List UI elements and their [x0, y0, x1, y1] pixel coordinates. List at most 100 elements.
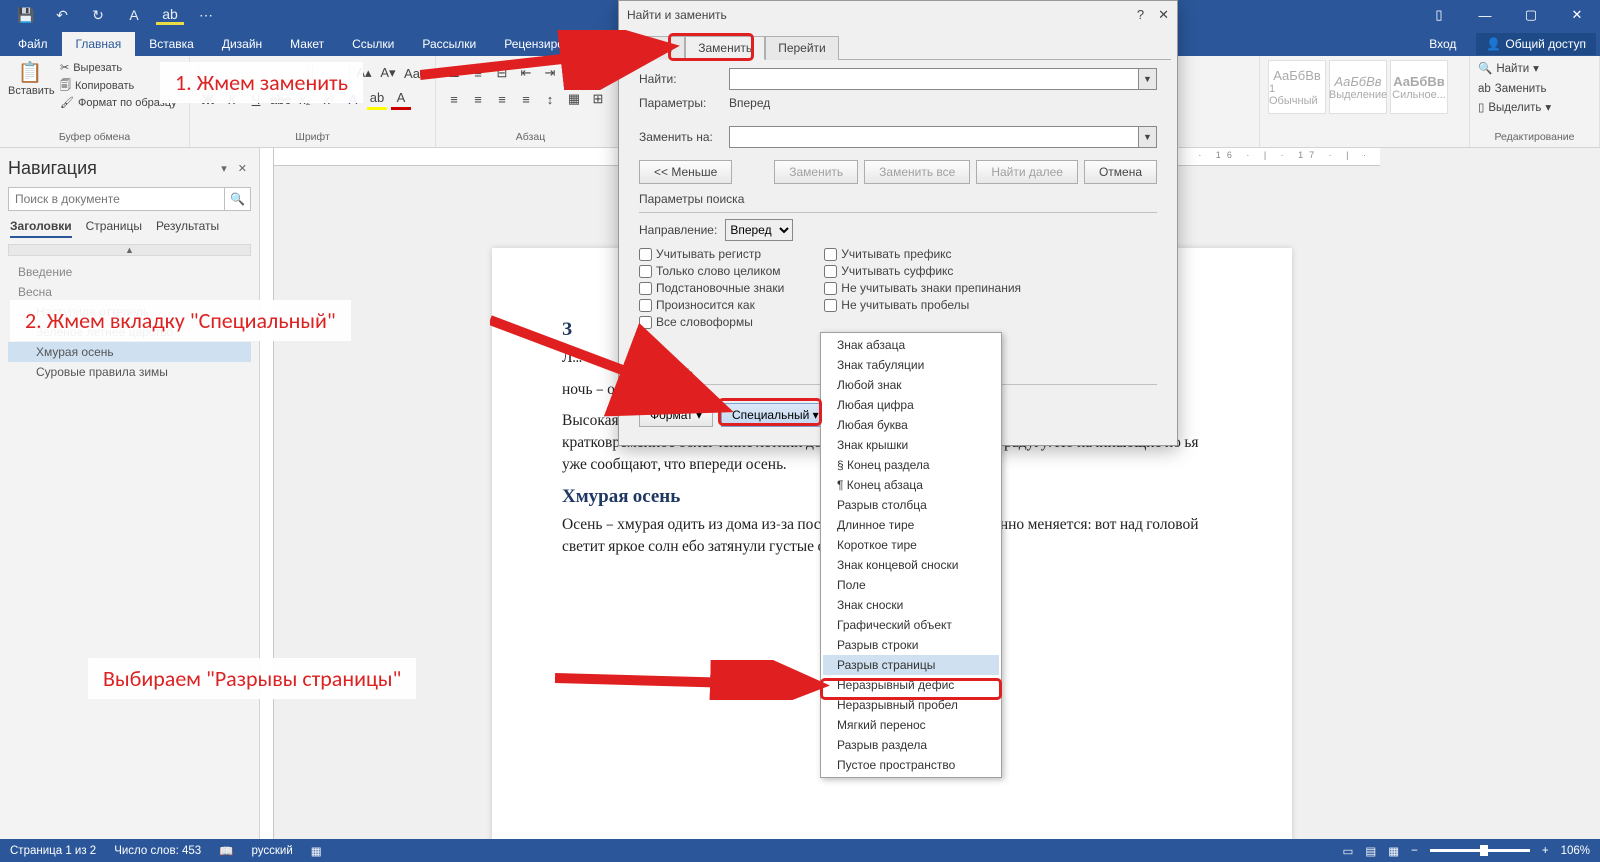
sort-icon[interactable]: A↓ — [564, 62, 584, 84]
status-page[interactable]: Страница 1 из 2 — [10, 845, 96, 857]
find-input[interactable]: ▼ — [729, 68, 1157, 90]
dialog-tab-find[interactable]: Найти — [625, 36, 685, 60]
special-menu-item[interactable]: Любая буква — [823, 415, 999, 435]
nav-search[interactable]: 🔍 — [8, 187, 251, 211]
view-read-icon[interactable]: ▭ — [1343, 844, 1354, 858]
special-menu-item[interactable]: Поле — [823, 575, 999, 595]
special-menu-item[interactable]: Графический объект — [823, 615, 999, 635]
nav-tab-pages[interactable]: Страницы — [86, 219, 142, 238]
special-menu-item[interactable]: Короткое тире — [823, 535, 999, 555]
nav-close-icon[interactable]: ✕ — [238, 163, 251, 175]
tab-review[interactable]: Рецензирование — [490, 32, 611, 56]
shrink-font-icon[interactable]: A▾ — [378, 62, 398, 84]
nav-outline-item[interactable]: Введение — [8, 262, 251, 282]
undo-icon[interactable]: ↶ — [48, 7, 76, 24]
align-left-icon[interactable]: ≡ — [444, 88, 464, 110]
search-option[interactable]: Не учитывать пробелы — [824, 298, 1021, 312]
less-button[interactable]: << Меньше — [639, 160, 732, 184]
minimize-icon[interactable]: ― — [1462, 0, 1508, 30]
redo-icon[interactable]: ↻ — [84, 7, 112, 24]
replace-all-button[interactable]: Заменить все — [864, 160, 970, 184]
special-menu-item[interactable]: Любой знак — [823, 375, 999, 395]
search-option[interactable]: Произносится как — [639, 298, 784, 312]
highlight-icon[interactable]: ab — [156, 6, 184, 25]
direction-select[interactable]: Вперед — [725, 219, 793, 241]
special-menu-item[interactable]: Неразрывный пробел — [823, 695, 999, 715]
find-button[interactable]: 🔍Найти ▾ — [1478, 60, 1591, 80]
font-color-icon[interactable]: A — [391, 88, 411, 110]
dialog-help-icon[interactable]: ? — [1137, 7, 1144, 23]
tab-mailings[interactable]: Рассылки — [408, 32, 490, 56]
zoom-in-icon[interactable]: + — [1542, 845, 1549, 857]
tab-references[interactable]: Ссылки — [338, 32, 408, 56]
zoom-slider[interactable] — [1430, 849, 1530, 852]
special-menu-item[interactable]: Знак концевой сноски — [823, 555, 999, 575]
special-menu-item[interactable]: Разрыв страницы — [823, 655, 999, 675]
special-menu-item[interactable]: Неразрывный дефис — [823, 675, 999, 695]
dialog-close-icon[interactable]: ✕ — [1158, 7, 1169, 23]
line-spacing-icon[interactable]: ↕ — [540, 88, 560, 110]
tab-design[interactable]: Дизайн — [208, 32, 276, 56]
style-strong[interactable]: АаБбВвСильное... — [1390, 60, 1448, 114]
nav-tab-results[interactable]: Результаты — [156, 219, 219, 238]
dialog-tab-replace[interactable]: Заменить — [685, 36, 765, 60]
save-icon[interactable]: 💾 — [12, 7, 40, 24]
status-words[interactable]: Число слов: 453 — [114, 845, 201, 857]
find-next-button[interactable]: Найти далее — [976, 160, 1078, 184]
bullets-icon[interactable]: ☰ — [444, 62, 464, 84]
format-button[interactable]: Формат ▾ — [639, 403, 713, 427]
special-menu-item[interactable]: Знак крышки — [823, 435, 999, 455]
zoom-out-icon[interactable]: − — [1411, 845, 1418, 857]
numbering-icon[interactable]: ≡ — [468, 62, 488, 84]
special-menu-item[interactable]: Длинное тире — [823, 515, 999, 535]
style-emphasis[interactable]: АаБбВвВыделение — [1329, 60, 1387, 114]
qat-more-icon[interactable]: ⋯ — [192, 7, 220, 24]
special-menu-item[interactable]: Пустое пространство — [823, 755, 999, 775]
special-menu-item[interactable]: Любая цифра — [823, 395, 999, 415]
style-normal[interactable]: АаБбВв1 Обычный — [1268, 60, 1326, 114]
search-option[interactable]: Подстановочные знаки — [639, 281, 784, 295]
special-button[interactable]: Специальный ▾ — [721, 403, 830, 427]
maximize-icon[interactable]: ▢ — [1508, 0, 1554, 30]
tab-insert[interactable]: Вставка — [135, 32, 208, 56]
align-center-icon[interactable]: ≡ — [468, 88, 488, 110]
sign-in[interactable]: Вход — [1415, 32, 1470, 56]
chevron-down-icon[interactable]: ▼ — [1138, 69, 1156, 89]
multilevel-icon[interactable]: ⊟ — [492, 62, 512, 84]
shading-icon[interactable]: ▦ — [564, 88, 584, 110]
dialog-titlebar[interactable]: Найти и заменить ? ✕ — [619, 1, 1177, 29]
paste-button[interactable]: 📋Вставить — [8, 60, 52, 113]
special-menu-item[interactable]: Знак сноски — [823, 595, 999, 615]
special-menu-item[interactable]: ¶ Конец абзаца — [823, 475, 999, 495]
nav-search-input[interactable] — [9, 188, 224, 210]
select-button[interactable]: ▯Выделить ▾ — [1478, 99, 1591, 119]
search-icon[interactable]: 🔍 — [224, 188, 250, 210]
status-spellcheck-icon[interactable]: 📖 — [219, 844, 233, 858]
close-window-icon[interactable]: ✕ — [1554, 0, 1600, 30]
nav-outline-item[interactable]: Хмурая осень — [8, 342, 251, 362]
dialog-tab-goto[interactable]: Перейти — [765, 36, 839, 60]
special-menu-item[interactable]: Разрыв раздела — [823, 735, 999, 755]
indent-icon[interactable]: ⇥ — [540, 62, 560, 84]
ribbon-display-icon[interactable]: ▯ — [1416, 0, 1462, 30]
search-option[interactable]: Не учитывать знаки препинания — [824, 281, 1021, 295]
show-marks-icon[interactable]: ¶ — [588, 62, 608, 84]
zoom-level[interactable]: 106% — [1561, 845, 1590, 857]
nav-collapse-bar[interactable]: ▲ — [8, 244, 251, 256]
nav-outline-item[interactable]: Суровые правила зимы — [8, 362, 251, 382]
search-option[interactable]: Все словоформы — [639, 315, 784, 329]
tab-file[interactable]: Файл — [4, 32, 62, 56]
font-color-icon[interactable]: A — [120, 7, 148, 23]
share-button[interactable]: 👤Общий доступ — [1476, 33, 1596, 55]
tab-home[interactable]: Главная — [62, 32, 136, 56]
replace-input[interactable]: ▼ — [729, 126, 1157, 148]
change-case-icon[interactable]: Aa — [402, 62, 422, 84]
search-option[interactable]: Учитывать регистр — [639, 247, 784, 261]
special-menu-item[interactable]: Разрыв столбца — [823, 495, 999, 515]
chevron-down-icon[interactable]: ▼ — [1138, 127, 1156, 147]
nav-outline-item[interactable]: Весна — [8, 282, 251, 302]
tab-layout[interactable]: Макет — [276, 32, 338, 56]
special-menu-item[interactable]: § Конец раздела — [823, 455, 999, 475]
special-menu-item[interactable]: Мягкий перенос — [823, 715, 999, 735]
special-menu-item[interactable]: Знак абзаца — [823, 335, 999, 355]
